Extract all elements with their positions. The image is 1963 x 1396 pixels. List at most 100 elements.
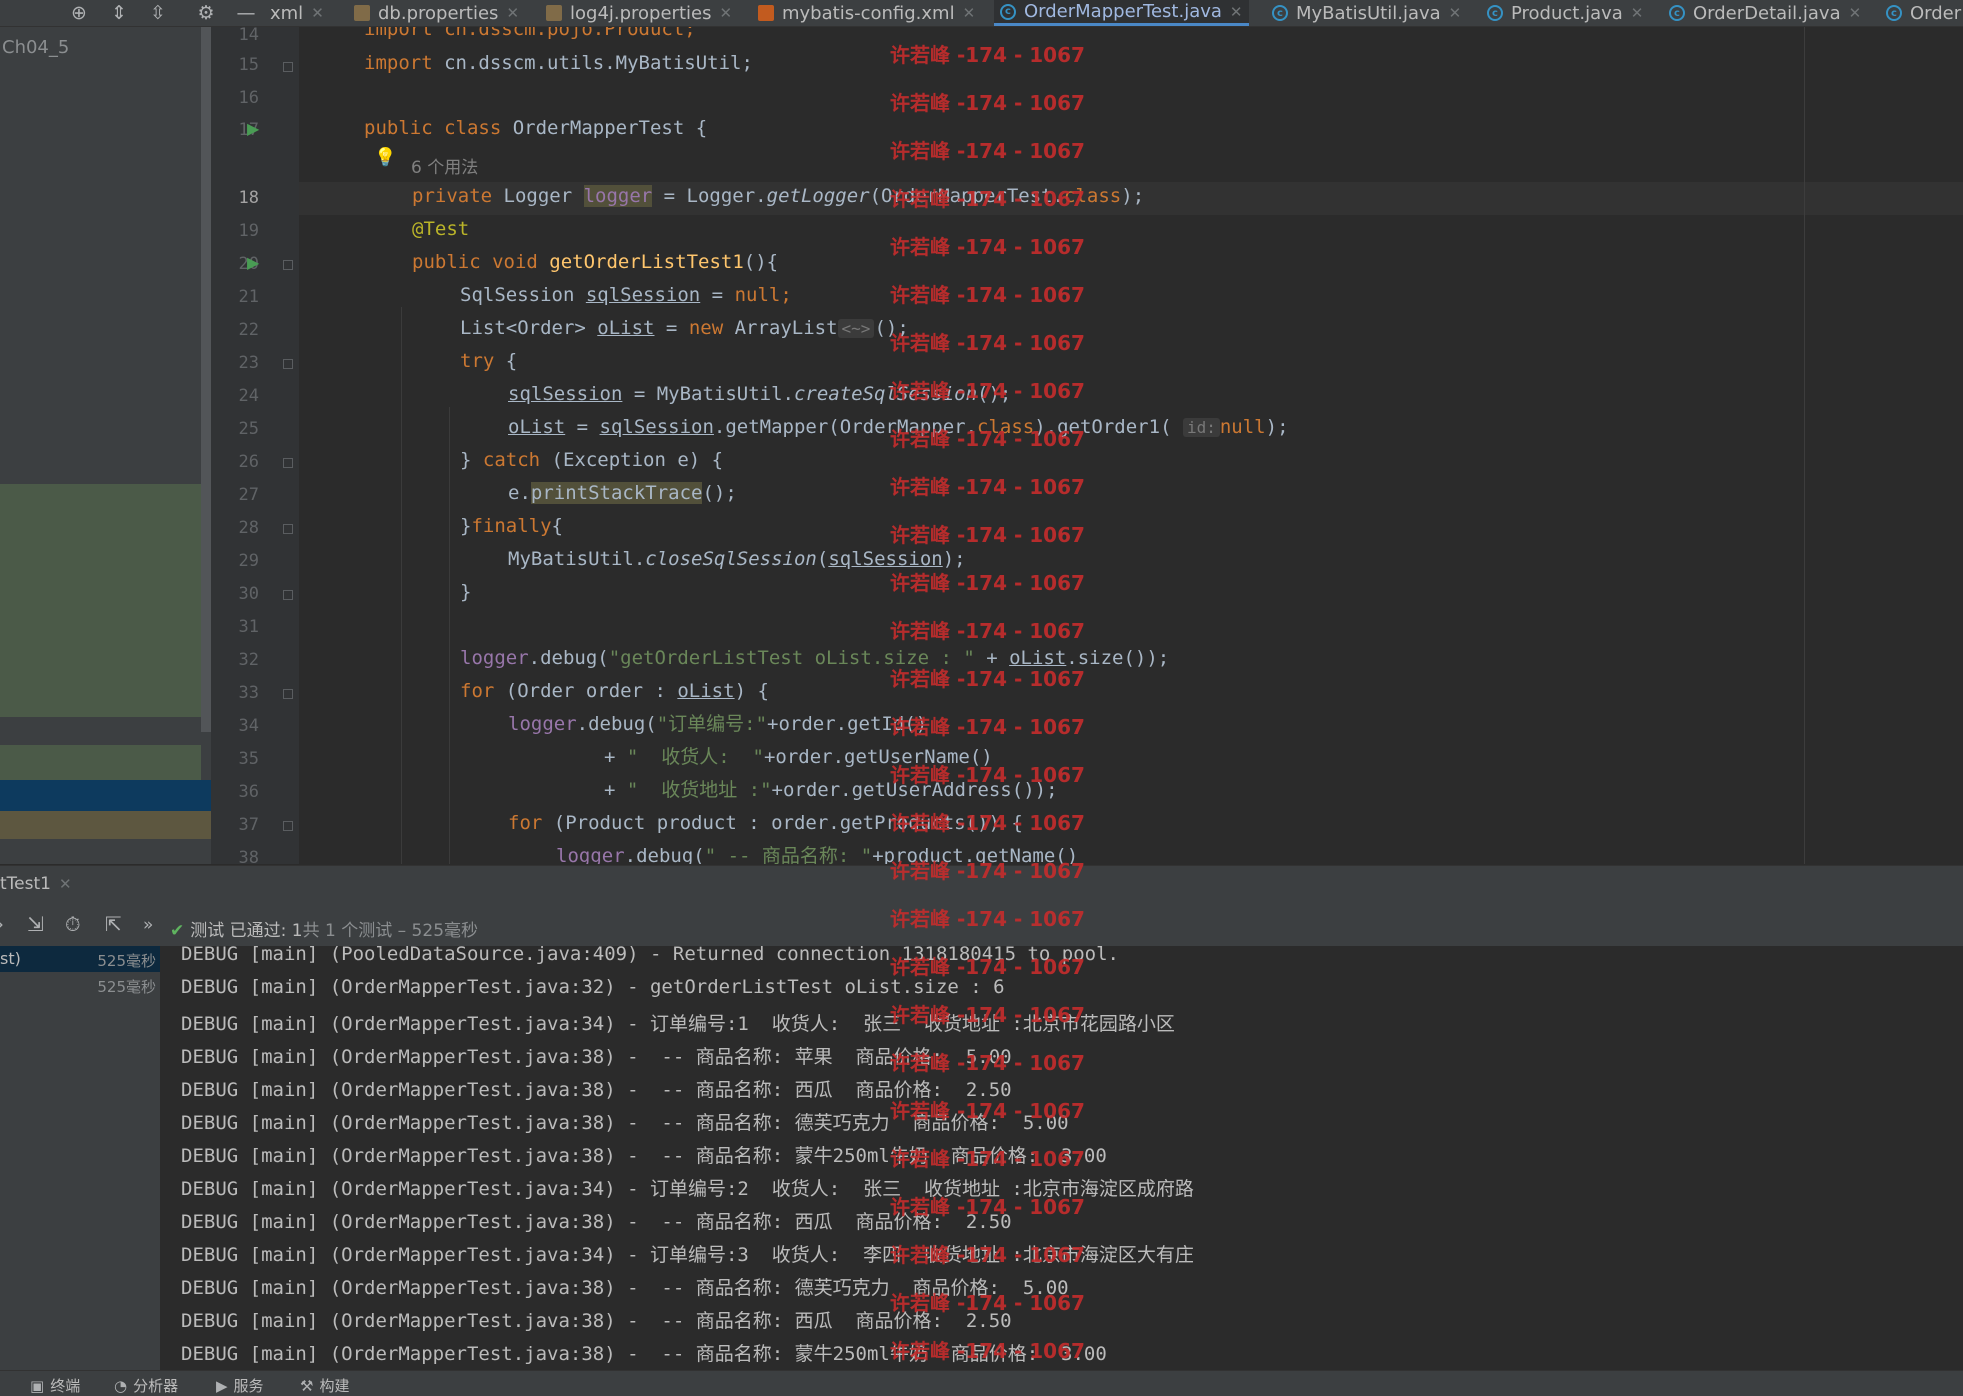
line-number: 30 bbox=[238, 584, 259, 604]
collapse-all-icon[interactable]: ⇳ bbox=[145, 0, 171, 26]
code-token: import cn.dsscm.pojo.Product; bbox=[364, 27, 696, 40]
line-number: 32 bbox=[238, 650, 259, 670]
code-line-34: logger.debug("订单编号:"+order.getId() bbox=[508, 708, 927, 741]
close-icon[interactable]: ✕ bbox=[506, 4, 519, 22]
test-tree-row[interactable]: st) 525毫秒 bbox=[0, 946, 160, 972]
code-token: oList bbox=[597, 317, 655, 339]
code-token: .debug( bbox=[576, 713, 657, 735]
fold-marker-icon[interactable] bbox=[283, 260, 293, 270]
tab-label: mybatis-config.xml bbox=[782, 2, 955, 24]
hide-icon[interactable]: — bbox=[233, 0, 259, 26]
code-token: .size()); bbox=[1066, 647, 1170, 669]
line-number: 23 bbox=[238, 353, 259, 373]
gear-icon[interactable]: ⚙ bbox=[193, 0, 219, 26]
profiler-button[interactable]: ◔ 分析器 bbox=[114, 1375, 178, 1396]
tab-ordermappertest[interactable]: c OrderMapperTest.java ✕ bbox=[994, 0, 1249, 26]
code-token: for bbox=[508, 812, 543, 834]
usage-hint[interactable]: 6 个用法 bbox=[411, 153, 478, 178]
fold-marker-icon[interactable] bbox=[283, 689, 293, 699]
fold-marker-icon[interactable] bbox=[283, 62, 293, 72]
code-line-27: e.printStackTrace(); bbox=[508, 477, 737, 510]
project-panel: Ch04_5 bbox=[0, 27, 211, 864]
close-icon[interactable]: ✕ bbox=[719, 4, 732, 22]
fold-marker-icon[interactable] bbox=[283, 821, 293, 831]
expand-all-icon[interactable]: ⇕ bbox=[106, 0, 132, 26]
properties-file-icon bbox=[354, 5, 370, 21]
code-token: " 收货地址 :" bbox=[626, 779, 772, 801]
build-button[interactable]: ⚒ 构建 bbox=[300, 1375, 349, 1396]
fold-marker-icon[interactable] bbox=[283, 458, 293, 468]
tree-row[interactable] bbox=[0, 811, 211, 839]
run-test-icon[interactable]: ▶ bbox=[247, 253, 259, 272]
locate-icon[interactable]: ⊕ bbox=[66, 0, 92, 26]
close-icon[interactable]: ✕ bbox=[59, 875, 72, 893]
code-line-38: logger.debug(" -- 商品名称: "+product.getNam… bbox=[556, 840, 1078, 864]
code-editor[interactable]: 14 15 16 17 18 19 20 21 22 23 24 25 26 2… bbox=[211, 27, 1963, 864]
fold-marker-icon[interactable] bbox=[283, 590, 293, 600]
tab-product[interactable]: c Product.java ✕ bbox=[1481, 0, 1649, 26]
code-token: +order.getUserName() bbox=[763, 746, 993, 768]
tab-xml[interactable]: xml ✕ bbox=[264, 0, 330, 26]
code-token: (){ bbox=[743, 251, 779, 273]
code-token: createSqlSession bbox=[793, 383, 978, 405]
code-token: = MyBatisUtil. bbox=[622, 383, 794, 405]
close-icon[interactable]: ✕ bbox=[963, 4, 976, 22]
test-time: 525毫秒 bbox=[97, 978, 156, 996]
fold-marker-icon[interactable] bbox=[283, 359, 293, 369]
properties-file-icon bbox=[546, 5, 562, 21]
console-line: DEBUG [main] (OrderMapperTest.java:38) -… bbox=[181, 1211, 1012, 1233]
tab-mybatisutil[interactable]: c MyBatisUtil.java ✕ bbox=[1266, 0, 1467, 26]
code-line-32: logger.debug("getOrderListTest oList.siz… bbox=[460, 642, 1169, 675]
line-number: 27 bbox=[238, 485, 259, 505]
more-icon[interactable]: » bbox=[143, 915, 153, 935]
code-token: sqlSession bbox=[599, 416, 714, 438]
history-icon[interactable]: ⏱ bbox=[65, 912, 81, 936]
code-line-17: public class OrderMapperTest { bbox=[364, 112, 707, 145]
project-label[interactable]: Ch04_5 bbox=[2, 37, 69, 58]
code-line-19: @Test bbox=[412, 213, 469, 246]
code-token: sqlSession bbox=[828, 548, 943, 570]
close-icon[interactable]: ✕ bbox=[1631, 4, 1644, 22]
export-icon[interactable]: ⇱ bbox=[105, 912, 122, 936]
console-output[interactable]: DEBUG [main] (PooledDataSource.java:409)… bbox=[160, 946, 1963, 1370]
line-number: 34 bbox=[238, 716, 259, 736]
rerun-icon[interactable]: › bbox=[0, 912, 4, 936]
code-token: new bbox=[688, 317, 724, 339]
test-name: st) bbox=[0, 949, 21, 968]
close-icon[interactable]: ✕ bbox=[1449, 4, 1462, 22]
tab-label: Order bbox=[1910, 2, 1962, 24]
tab-label: log4j.properties bbox=[570, 2, 712, 24]
tab-log4j-properties[interactable]: log4j.properties ✕ bbox=[540, 0, 738, 26]
code-token: = bbox=[565, 416, 600, 438]
test-tree-row[interactable]: 525毫秒 bbox=[0, 972, 160, 998]
tree-selected-row[interactable] bbox=[0, 780, 211, 811]
test-status-suffix: 共 1 个测试 – 525毫秒 bbox=[302, 921, 479, 941]
terminal-label: 终端 bbox=[50, 1377, 81, 1395]
console-line: DEBUG [main] (PooledDataSource.java:409)… bbox=[181, 946, 1119, 965]
project-scrollbar[interactable] bbox=[201, 27, 211, 732]
line-number: 37 bbox=[238, 815, 259, 835]
tab-order[interactable]: c Order bbox=[1880, 0, 1963, 26]
tab-mybatis-config[interactable]: mybatis-config.xml ✕ bbox=[752, 0, 981, 26]
line-number: 31 bbox=[238, 617, 259, 637]
tab-orderdetail[interactable]: c OrderDetail.java ✕ bbox=[1663, 0, 1867, 26]
close-icon[interactable]: ✕ bbox=[1849, 4, 1862, 22]
run-tab[interactable]: tTest1 ✕ bbox=[0, 874, 72, 894]
code-token: public class bbox=[364, 117, 502, 139]
tab-db-properties[interactable]: db.properties ✕ bbox=[348, 0, 525, 26]
run-test-icon[interactable]: ▶ bbox=[247, 119, 259, 138]
services-button[interactable]: ▶ 服务 bbox=[216, 1375, 264, 1396]
run-toolbar: › ⇲ ⏱ ⇱ » ✔测试 已通过: 1共 1 个测试 – 525毫秒 bbox=[0, 906, 1963, 946]
tab-label: OrderDetail.java bbox=[1693, 2, 1841, 24]
profiler-icon: ◔ bbox=[114, 1376, 128, 1395]
fold-marker-icon[interactable] bbox=[283, 524, 293, 534]
code-token: .debug( bbox=[528, 647, 609, 669]
import-tests-icon[interactable]: ⇲ bbox=[27, 912, 44, 936]
code-token: try bbox=[460, 350, 495, 372]
line-number: 19 bbox=[238, 221, 259, 241]
lightbulb-icon[interactable]: 💡 bbox=[374, 147, 396, 168]
terminal-button[interactable]: ▣ 终端 bbox=[30, 1375, 80, 1396]
close-icon[interactable]: ✕ bbox=[311, 4, 324, 22]
code-line-18: private Logger logger = Logger.getLogger… bbox=[412, 180, 1144, 213]
close-icon[interactable]: ✕ bbox=[1230, 3, 1243, 21]
